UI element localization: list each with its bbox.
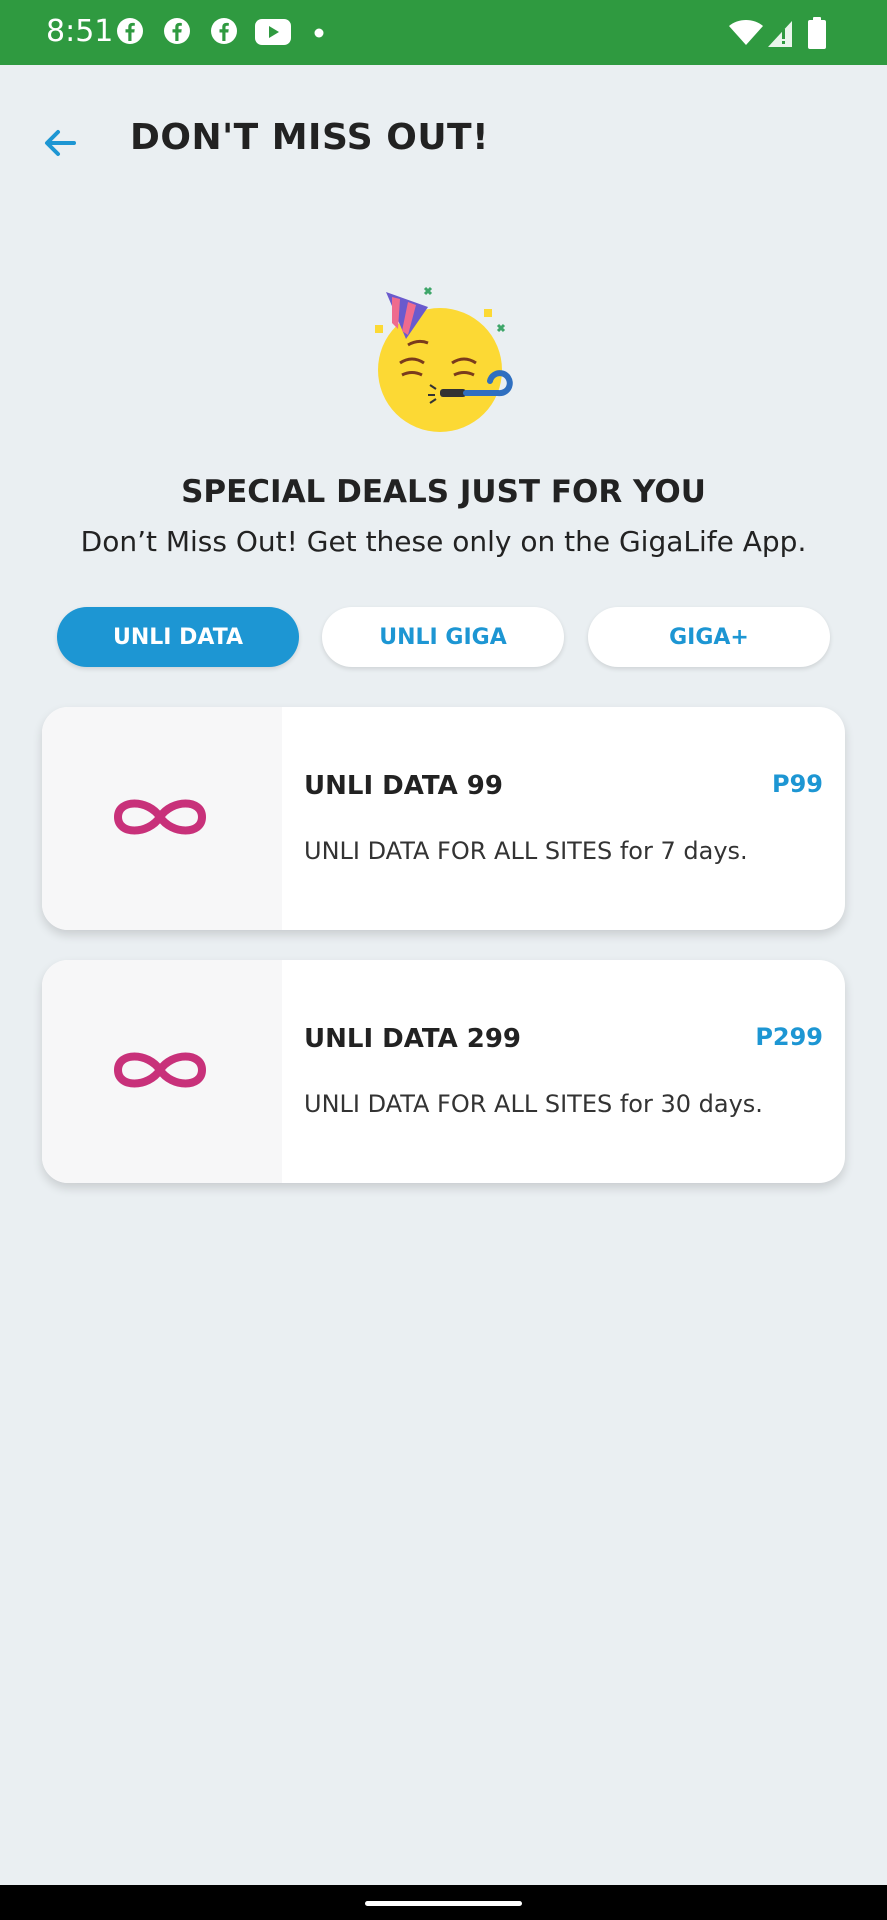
- offer-card[interactable]: UNLI DATA 99 P99 UNLI DATA FOR ALL SITES…: [42, 707, 845, 930]
- signal-icon: [768, 21, 792, 47]
- facebook-icon: [117, 18, 143, 44]
- navigation-bar: [0, 1885, 887, 1920]
- offer-card[interactable]: UNLI DATA 299 P299 UNLI DATA FOR ALL SIT…: [42, 960, 845, 1183]
- tab-giga-plus[interactable]: GIGA+: [588, 607, 830, 667]
- offer-icon-panel: [42, 960, 282, 1183]
- dot-icon: [314, 28, 324, 38]
- offer-title: UNLI DATA 99: [304, 771, 503, 801]
- party-face-icon: [375, 286, 513, 432]
- tab-unli-giga[interactable]: UNLI GIGA: [322, 607, 564, 667]
- offer-price: P299: [755, 1023, 823, 1051]
- offer-price: P99: [772, 770, 823, 798]
- status-bar: 8:51: [0, 0, 887, 65]
- facebook-icon: [164, 18, 190, 44]
- infinity-icon: [113, 799, 207, 835]
- youtube-icon: [255, 19, 291, 45]
- offer-description: UNLI DATA FOR ALL SITES for 30 days.: [304, 1090, 763, 1118]
- offer-icon-panel: [42, 707, 282, 930]
- page-title: DON'T MISS OUT!: [130, 117, 490, 158]
- facebook-icon: [211, 18, 237, 44]
- battery-icon: [808, 17, 826, 49]
- offer-title: UNLI DATA 299: [304, 1024, 522, 1054]
- arrow-left-icon[interactable]: [38, 120, 84, 166]
- status-time: 8:51: [46, 14, 114, 49]
- tab-unli-data[interactable]: UNLI DATA: [57, 607, 299, 667]
- infinity-icon: [113, 1052, 207, 1088]
- offer-description: UNLI DATA FOR ALL SITES for 7 days.: [304, 837, 748, 865]
- deals-subline: Don’t Miss Out! Get these only on the Gi…: [80, 525, 807, 558]
- deals-headline: SPECIAL DEALS JUST FOR YOU: [181, 474, 706, 510]
- wifi-icon: [729, 20, 763, 45]
- home-gesture-handle[interactable]: [365, 1901, 522, 1906]
